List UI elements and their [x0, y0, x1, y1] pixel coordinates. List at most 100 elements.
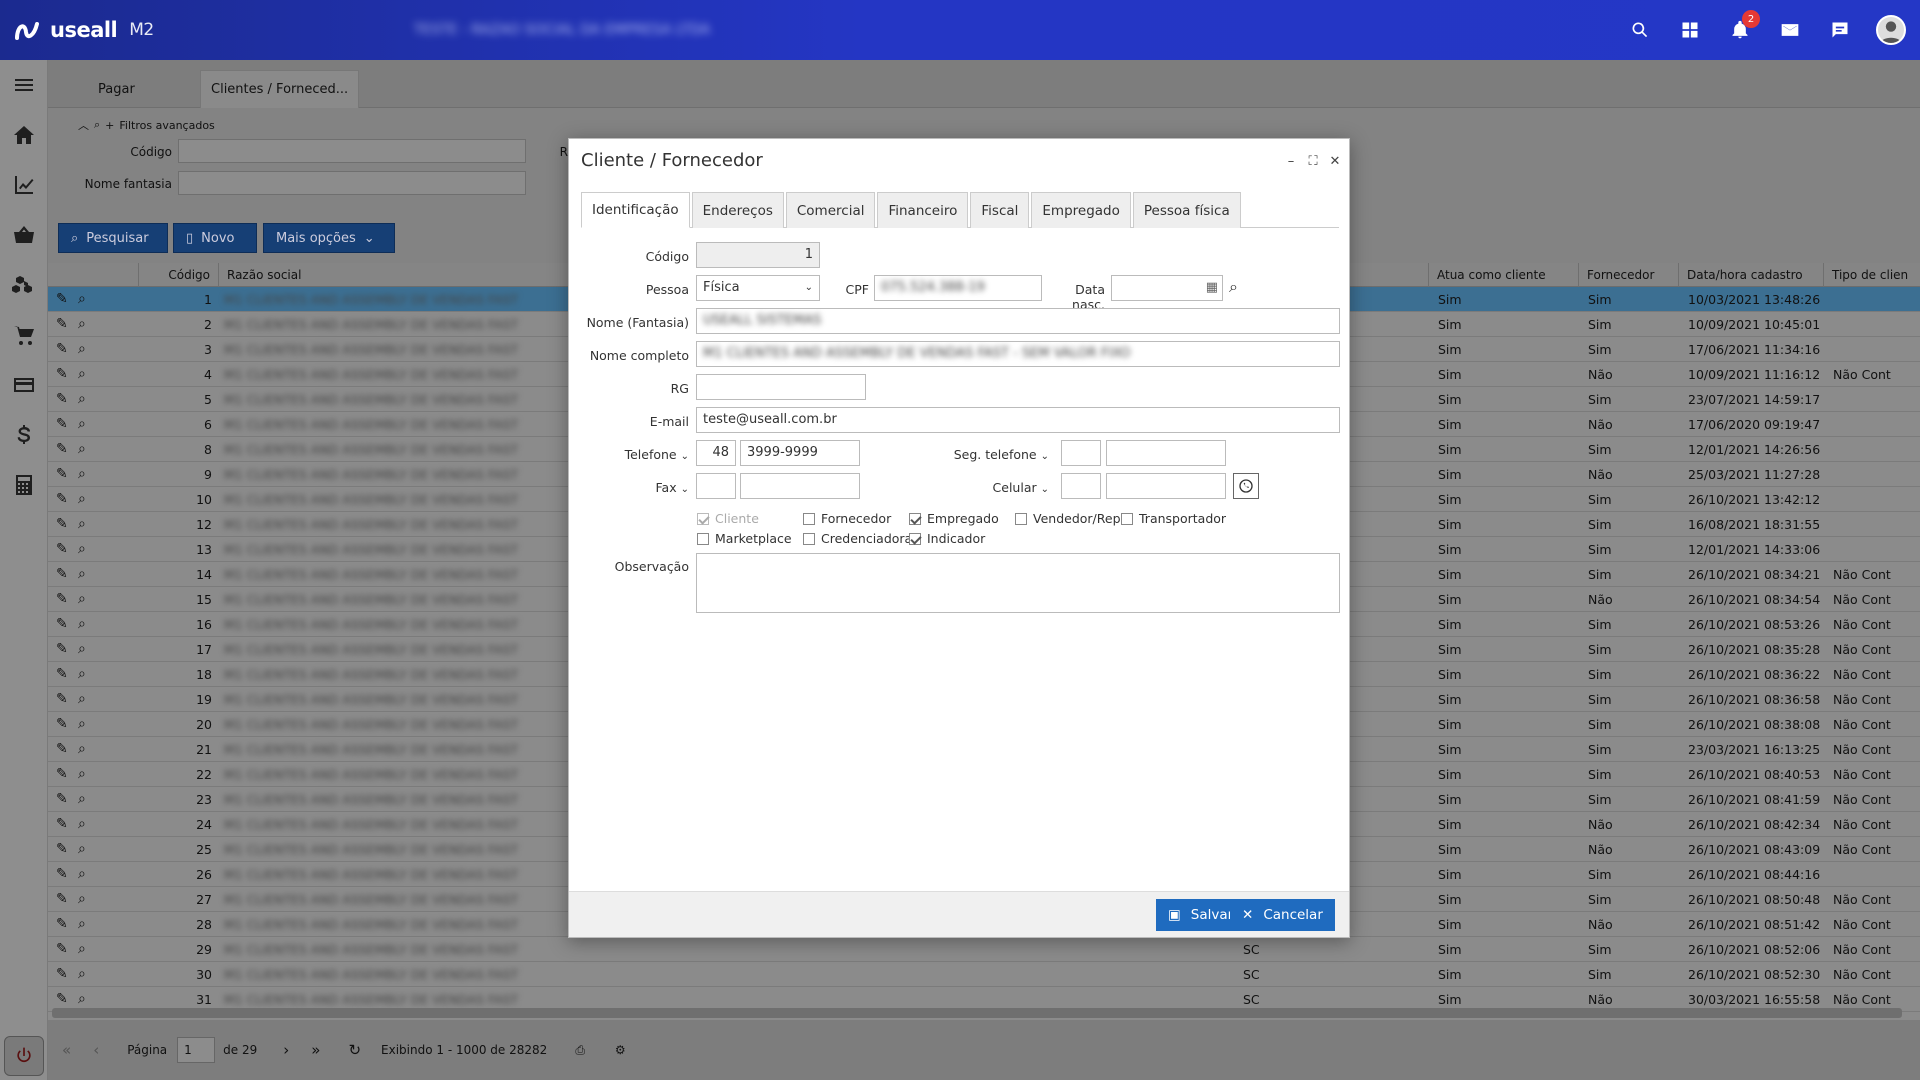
table-row[interactable]: ✎ ⌕ 30 M1 CLIENTES AND ASSEMBLY DE VENDAS F… [48, 962, 1920, 987]
pessoa-select[interactable]: Física ⌄ [696, 275, 820, 301]
tab-financeiro[interactable]: Financeiro [877, 192, 969, 228]
search-icon[interactable]: ⌕ [78, 362, 98, 387]
checkbox-indicador[interactable]: Indicador [909, 531, 985, 546]
print-icon[interactable]: ⎙ [575, 1043, 585, 1058]
edit-icon[interactable]: ✎ [56, 362, 76, 387]
tab-clientes[interactable]: Clientes / Forneced... [200, 70, 360, 108]
edit-icon[interactable]: ✎ [56, 487, 76, 512]
tab-identifica-o[interactable]: Identificação [581, 192, 690, 228]
celular-ddd-field[interactable] [1061, 473, 1101, 499]
codigo-filter-input[interactable] [178, 139, 526, 163]
celular-label[interactable]: Celular ⌄ [939, 480, 1049, 495]
app-logo[interactable]: useall M2 [14, 18, 154, 42]
edit-icon[interactable]: ✎ [56, 612, 76, 637]
search-icon[interactable] [1626, 16, 1654, 44]
cart-icon[interactable] [0, 310, 48, 360]
search-icon[interactable]: ⌕ [78, 312, 98, 337]
tab-fiscal[interactable]: Fiscal [970, 192, 1030, 228]
edit-icon[interactable]: ✎ [56, 437, 76, 462]
edit-icon[interactable]: ✎ [56, 637, 76, 662]
search-icon[interactable]: ⌕ [78, 537, 98, 562]
cpf-field[interactable]: 075.524.388-19 [874, 275, 1042, 301]
edit-icon[interactable]: ✎ [56, 962, 76, 987]
fax-label[interactable]: Fax ⌄ [579, 480, 689, 495]
edit-icon[interactable]: ✎ [56, 837, 76, 862]
search-icon[interactable]: ⌕ [78, 412, 98, 437]
celular-field[interactable] [1106, 473, 1226, 499]
last-page-icon[interactable]: » [311, 1041, 320, 1059]
search-icon[interactable]: ⌕ [78, 737, 98, 762]
edit-icon[interactable]: ✎ [56, 387, 76, 412]
boxes-icon[interactable] [0, 260, 48, 310]
seg-telefone-field[interactable] [1106, 440, 1226, 466]
edit-icon[interactable]: ✎ [56, 912, 76, 937]
seg-telefone-ddd-field[interactable] [1061, 440, 1101, 466]
fax-field[interactable] [740, 473, 860, 499]
search-icon[interactable]: ⌕ [78, 287, 98, 312]
calendar-icon[interactable]: ▦ [1206, 276, 1218, 300]
mail-icon[interactable] [1776, 16, 1804, 44]
seg-telefone-label[interactable]: Seg. telefone ⌄ [939, 447, 1049, 462]
telefone-field[interactable]: 3999-9999 [740, 440, 860, 466]
col-data-cadastro[interactable]: Data/hora cadastro [1678, 263, 1823, 287]
search-icon[interactable]: ⌕ [78, 687, 98, 712]
search-icon[interactable]: ⌕ [78, 712, 98, 737]
checkbox-credenciadora[interactable]: Credenciadora [803, 531, 912, 546]
edit-icon[interactable]: ✎ [56, 862, 76, 887]
search-icon[interactable]: ⌕ [78, 912, 98, 937]
search-icon[interactable]: ⌕ [78, 837, 98, 862]
calculator-icon[interactable] [0, 460, 48, 510]
edit-icon[interactable]: ✎ [56, 337, 76, 362]
edit-icon[interactable]: ✎ [56, 787, 76, 812]
observacao-field[interactable] [696, 553, 1340, 613]
checkbox-transportador[interactable]: Transportador [1121, 511, 1226, 526]
col-codigo[interactable]: Código [138, 263, 218, 287]
search-icon[interactable]: ⌕ [78, 512, 98, 537]
settings-icon[interactable]: ⚙ [615, 1043, 626, 1057]
edit-icon[interactable]: ✎ [56, 737, 76, 762]
edit-icon[interactable]: ✎ [56, 662, 76, 687]
prev-page-icon[interactable]: ‹ [93, 1041, 99, 1059]
tab-empregado[interactable]: Empregado [1031, 192, 1131, 228]
checkbox-fornecedor[interactable]: Fornecedor [803, 511, 891, 526]
edit-icon[interactable]: ✎ [56, 587, 76, 612]
nome-fantasia-filter-input[interactable] [178, 171, 526, 195]
search-icon[interactable]: ⌕ [78, 387, 98, 412]
search-icon[interactable]: ⌕ [78, 587, 98, 612]
codigo-field[interactable]: 1 [696, 242, 820, 268]
home-icon[interactable] [0, 110, 48, 160]
search-icon[interactable]: ⌕ [78, 662, 98, 687]
search-icon[interactable]: ⌕ [78, 462, 98, 487]
search-icon[interactable]: ⌕ [78, 887, 98, 912]
search-icon[interactable]: ⌕ [78, 787, 98, 812]
col-atua-cliente[interactable]: Atua como cliente [1428, 263, 1578, 287]
tab-endere-os[interactable]: Endereços [691, 192, 784, 228]
page-input[interactable]: 1 [177, 1037, 216, 1063]
pesquisar-button[interactable]: ⌕ Pesquisar [58, 223, 168, 253]
novo-button[interactable]: ▯ Novo [173, 223, 257, 253]
bell-icon[interactable]: 2 [1726, 10, 1760, 44]
edit-icon[interactable]: ✎ [56, 812, 76, 837]
cancelar-button[interactable]: ✕ Cancelar [1230, 899, 1335, 931]
power-icon[interactable] [4, 1036, 44, 1076]
tab-comercial[interactable]: Comercial [785, 192, 876, 228]
tab-pagar[interactable]: Pagar [88, 70, 145, 108]
edit-icon[interactable]: ✎ [56, 312, 76, 337]
close-icon[interactable]: ✕ [1327, 153, 1343, 169]
edit-icon[interactable]: ✎ [56, 712, 76, 737]
search-icon[interactable]: ⌕ [78, 337, 98, 362]
mais-opcoes-button[interactable]: Mais opções ⌄ [263, 223, 395, 253]
user-avatar[interactable] [1876, 15, 1906, 45]
edit-icon[interactable]: ✎ [56, 287, 76, 312]
edit-icon[interactable]: ✎ [56, 412, 76, 437]
col-fornecedor[interactable]: Fornecedor [1578, 263, 1678, 287]
search-icon[interactable]: ⌕ [78, 962, 98, 987]
whatsapp-icon[interactable] [1233, 473, 1259, 499]
advanced-filters-toggle[interactable]: ︿ ⌕ + Filtros avançados [78, 117, 215, 133]
edit-icon[interactable]: ✎ [56, 512, 76, 537]
nome-completo-field[interactable]: M1 CLIENTES AND ASSEMBLY DE VENDAS FAST … [696, 341, 1340, 367]
menu-icon[interactable] [0, 60, 48, 110]
search-icon[interactable]: ⌕ [78, 762, 98, 787]
edit-icon[interactable]: ✎ [56, 762, 76, 787]
horizontal-scrollbar[interactable] [52, 1008, 1902, 1018]
